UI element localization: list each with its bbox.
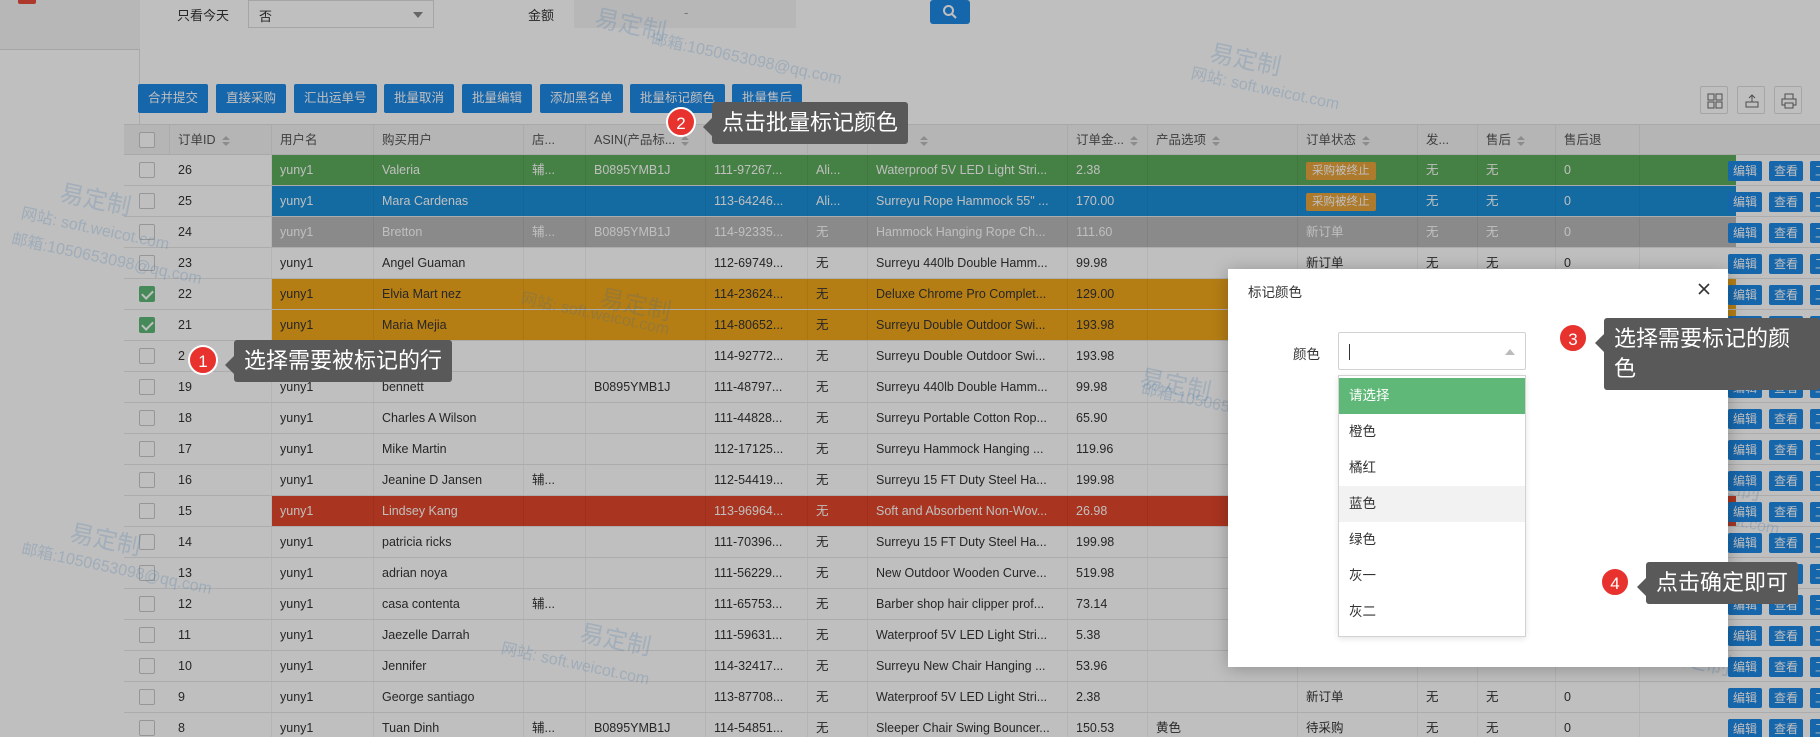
step-number: 4 [1600, 567, 1630, 597]
color-option[interactable]: 灰一 [1339, 558, 1525, 594]
close-icon [1698, 283, 1710, 295]
color-select[interactable] [1338, 332, 1526, 370]
chevron-up-icon [1505, 349, 1515, 355]
color-option[interactable]: 灰二 [1339, 594, 1525, 630]
text-caret [1349, 344, 1350, 360]
close-button[interactable] [1694, 279, 1714, 299]
page: 只看今天 否 金额 - 合并提交 直接采购 汇出运单号 批量取消 批量编辑 添加… [0, 0, 1820, 737]
color-option[interactable]: 请选择 [1339, 378, 1525, 414]
color-option[interactable]: 蓝色 [1339, 486, 1525, 522]
color-option[interactable]: 橙色 [1339, 414, 1525, 450]
step-text: 选择需要标记的颜色 [1595, 318, 1820, 390]
color-option[interactable]: 绿色 [1339, 522, 1525, 558]
step-text: 点击批量标记颜色 [702, 102, 909, 144]
color-dropdown: 请选择 橙色 橘红 蓝色 绿色 灰一 灰二 [1338, 375, 1526, 637]
step-number: 3 [1558, 323, 1588, 353]
step-text: 选择需要被标记的行 [224, 340, 453, 382]
step-text: 点击确定即可 [1636, 562, 1799, 604]
step-number: 2 [666, 107, 696, 137]
dialog-title: 标记颜色 [1248, 285, 1302, 300]
step-number: 1 [188, 345, 218, 375]
color-field-label: 颜色 [1293, 347, 1320, 362]
color-option[interactable]: 橘红 [1339, 450, 1525, 486]
